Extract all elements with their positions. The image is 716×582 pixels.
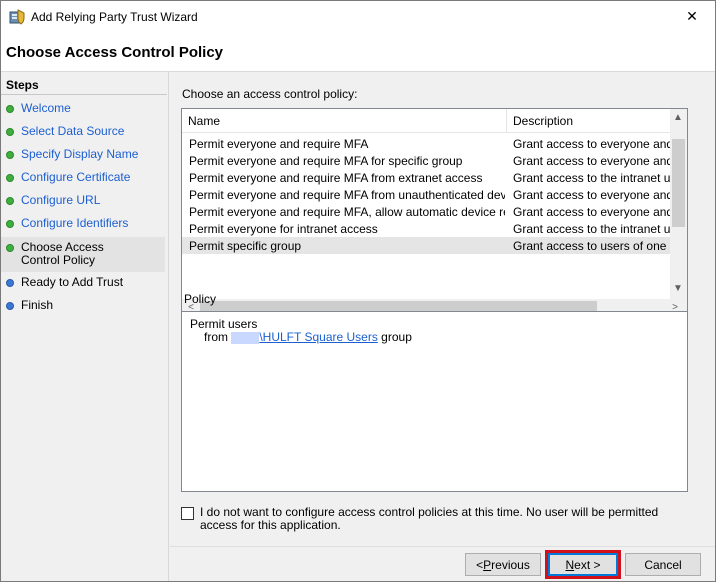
policy-detail-box: Permit users from \HULFT Square Users gr… xyxy=(181,311,688,492)
table-row[interactable]: Permit everyone and require MFA Grant ac… xyxy=(182,135,687,152)
step-label: Specify Display Name xyxy=(21,147,139,161)
table-row[interactable]: Permit everyone for intranet access Gran… xyxy=(182,220,687,237)
step-label: Configure Identifiers xyxy=(21,216,129,230)
vertical-scrollbar[interactable]: ▲ ▼ xyxy=(670,109,687,299)
policy-list[interactable]: Name Description Permit everyone and req… xyxy=(181,108,688,317)
policy-description: Grant access to everyone and requir xyxy=(513,205,685,219)
previous-prefix: < xyxy=(476,557,484,572)
step-ready-to-add-trust: Ready to Add Trust xyxy=(1,276,165,289)
step-configure-identifiers[interactable]: Configure Identifiers xyxy=(1,217,165,230)
adfs-app-icon xyxy=(9,9,25,25)
policy-description: Grant access to the intranet users. xyxy=(513,222,685,236)
policy-description: Grant access to everyone and requir xyxy=(513,137,685,151)
table-row[interactable]: Permit everyone and require MFA for spec… xyxy=(182,152,687,169)
step-pending-icon xyxy=(6,279,14,287)
table-row[interactable]: Permit everyone and require MFA from una… xyxy=(182,186,687,203)
column-header-description[interactable]: Description xyxy=(507,109,687,133)
step-label: Choose Access Control Policy xyxy=(21,240,104,267)
policy-description: Grant access to everyone and requir xyxy=(513,188,685,202)
table-row[interactable]: Permit everyone and require MFA from ext… xyxy=(182,169,687,186)
previous-button[interactable]: < Previous xyxy=(465,553,541,576)
step-label: Configure Certificate xyxy=(21,170,131,184)
button-bar: < Previous Next > Cancel xyxy=(170,546,715,581)
step-specify-display-name[interactable]: Specify Display Name xyxy=(1,148,165,161)
policy-line-from: from \HULFT Square Users group xyxy=(204,330,412,344)
policy-group-suffix: group xyxy=(381,330,412,344)
policy-description: Grant access to everyone and requir xyxy=(513,154,685,168)
step-label: Welcome xyxy=(21,101,71,115)
step-label: Configure URL xyxy=(21,193,101,207)
policy-name: Permit everyone and require MFA xyxy=(189,137,369,151)
column-header-name[interactable]: Name xyxy=(182,109,507,133)
policy-name: Permit everyone and require MFA for spec… xyxy=(189,154,463,168)
step-complete-icon xyxy=(6,220,14,228)
step-complete-icon xyxy=(6,174,14,182)
policy-label: Policy xyxy=(184,292,217,306)
policy-name: Permit everyone and require MFA from ext… xyxy=(189,171,483,185)
wizard-window: Add Relying Party Trust Wizard ✕ Choose … xyxy=(0,0,716,582)
table-row[interactable]: Permit everyone and require MFA, allow a… xyxy=(182,203,687,220)
step-label: Select Data Source xyxy=(21,124,125,138)
previous-rest: revious xyxy=(491,557,530,572)
step-welcome[interactable]: Welcome xyxy=(1,102,165,115)
step-complete-icon xyxy=(6,151,14,159)
table-row-selected[interactable]: Permit specific group Grant access to us… xyxy=(182,237,687,254)
main-content: Choose an access control policy: Name De… xyxy=(170,72,715,545)
policy-name: Permit everyone for intranet access xyxy=(189,222,378,236)
step-current-icon xyxy=(6,244,14,252)
step-configure-url[interactable]: Configure URL xyxy=(1,194,165,207)
policy-description: Grant access to users of one or more xyxy=(513,239,685,253)
step-configure-certificate[interactable]: Configure Certificate xyxy=(1,171,165,184)
policy-description: Grant access to the intranet users ar xyxy=(513,171,685,185)
vertical-scroll-thumb[interactable] xyxy=(672,139,685,227)
group-link[interactable]: \HULFT Square Users xyxy=(259,330,377,344)
step-complete-icon xyxy=(6,105,14,113)
window-title: Add Relying Party Trust Wizard xyxy=(31,10,198,24)
steps-panel: Steps Welcome Select Data Source Specify… xyxy=(1,72,169,581)
policy-from-text: from xyxy=(204,330,228,344)
step-pending-icon xyxy=(6,302,14,310)
wizard-header: Choose Access Control Policy xyxy=(1,33,715,72)
title-bar: Add Relying Party Trust Wizard ✕ xyxy=(1,1,715,33)
steps-divider xyxy=(1,94,167,95)
policy-name: Permit everyone and require MFA from una… xyxy=(189,188,505,202)
step-select-data-source[interactable]: Select Data Source xyxy=(1,125,165,138)
step-finish: Finish xyxy=(1,299,165,312)
policy-name: Permit specific group xyxy=(189,239,302,253)
steps-heading: Steps xyxy=(6,78,39,92)
policy-name: Permit everyone and require MFA, allow a… xyxy=(189,205,505,219)
step-label: Ready to Add Trust xyxy=(21,275,124,289)
step-complete-icon xyxy=(6,128,14,136)
opt-out-checkbox[interactable] xyxy=(181,507,194,520)
scroll-down-icon[interactable]: ▼ xyxy=(671,282,685,296)
next-button-highlight xyxy=(545,550,621,579)
page-title: Choose Access Control Policy xyxy=(6,44,224,61)
policy-line-permit: Permit users xyxy=(190,317,258,331)
cancel-button[interactable]: Cancel xyxy=(625,553,701,576)
scroll-up-icon[interactable]: ▲ xyxy=(671,111,685,125)
step-choose-access-control-policy: Choose Access Control Policy xyxy=(1,237,165,272)
policy-list-prompt: Choose an access control policy: xyxy=(182,87,358,101)
redacted-domain xyxy=(231,331,260,344)
step-complete-icon xyxy=(6,197,14,205)
step-label: Finish xyxy=(21,298,54,312)
previous-accel: P xyxy=(483,557,492,572)
opt-out-label: I do not want to configure access contro… xyxy=(200,505,659,532)
close-icon[interactable]: ✕ xyxy=(669,1,715,31)
